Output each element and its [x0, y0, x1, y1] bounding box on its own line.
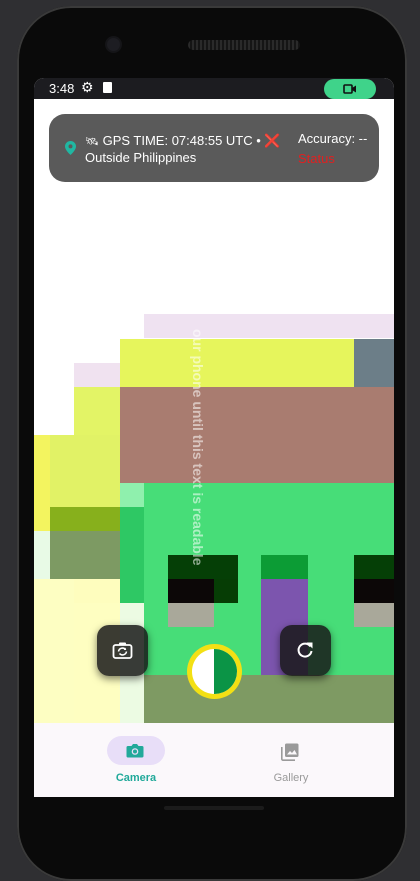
feed-block	[354, 555, 394, 579]
feed-block	[34, 531, 50, 579]
feed-block	[34, 435, 50, 531]
feed-block	[120, 483, 144, 507]
shutter-icon	[192, 649, 237, 694]
gps-time-text: 🛰 GPS TIME: 07:48:55 UTC • ❌ Outside Phi…	[85, 133, 285, 166]
sd-card-icon	[103, 82, 112, 93]
feed-block	[120, 339, 354, 387]
feed-block	[74, 387, 120, 435]
front-camera	[107, 38, 120, 51]
location-pin-icon	[65, 141, 76, 155]
feed-block	[74, 579, 120, 603]
feed-block	[144, 675, 394, 723]
satellite-icon: 🛰	[85, 136, 99, 148]
screen-record-indicator[interactable]	[324, 79, 376, 99]
refresh-icon	[297, 642, 313, 658]
gps-time-label: GPS TIME: 07:48:55 UTC •	[102, 133, 261, 148]
tab-camera[interactable]: Camera	[79, 736, 189, 786]
feed-block	[120, 387, 394, 483]
feed-block	[214, 579, 238, 603]
videocam-icon	[343, 84, 356, 94]
error-icon: ❌	[264, 133, 281, 148]
location-label: Outside Philippines	[85, 150, 197, 165]
feed-block	[50, 531, 120, 579]
shutter-fill	[214, 649, 237, 694]
feed-block	[144, 314, 394, 338]
gear-icon: ⚙	[81, 79, 94, 95]
status-bar: 3:48 ⚙	[34, 78, 394, 99]
feed-block	[261, 555, 308, 579]
feed-block	[120, 507, 144, 603]
speaker-grille	[188, 40, 300, 50]
feed-block	[50, 435, 120, 507]
feed-block	[74, 363, 120, 387]
camera-icon	[126, 744, 144, 758]
status-time: 3:48	[49, 81, 75, 96]
feed-block	[354, 603, 394, 627]
feed-block	[354, 339, 394, 387]
home-indicator[interactable]	[164, 806, 264, 810]
accuracy-label: Accuracy: --	[298, 131, 368, 146]
tab-gallery-label: Gallery	[273, 772, 309, 784]
feed-block	[34, 579, 74, 723]
switch-camera-icon	[112, 642, 133, 659]
feed-block	[50, 507, 120, 531]
status-label: Status	[298, 151, 335, 166]
bottom-navigation: Camera Gallery	[34, 723, 394, 797]
feed-block	[354, 579, 394, 603]
gallery-icon	[281, 743, 299, 761]
tab-gallery[interactable]: Gallery	[234, 736, 344, 786]
switch-camera-button[interactable]	[97, 625, 148, 676]
tab-camera-label: Camera	[115, 772, 157, 784]
camera-viewfinder[interactable]: our phone until this text is readable	[34, 99, 394, 723]
shutter-button[interactable]	[187, 644, 242, 699]
app-screen: 3:48 ⚙ our phone until this text is read…	[34, 78, 394, 797]
readability-hint: our phone until this text is readable	[190, 329, 206, 566]
feed-block	[168, 603, 214, 627]
gps-info-card: 🛰 GPS TIME: 07:48:55 UTC • ❌ Outside Phi…	[49, 114, 379, 182]
refresh-button[interactable]	[280, 625, 331, 676]
